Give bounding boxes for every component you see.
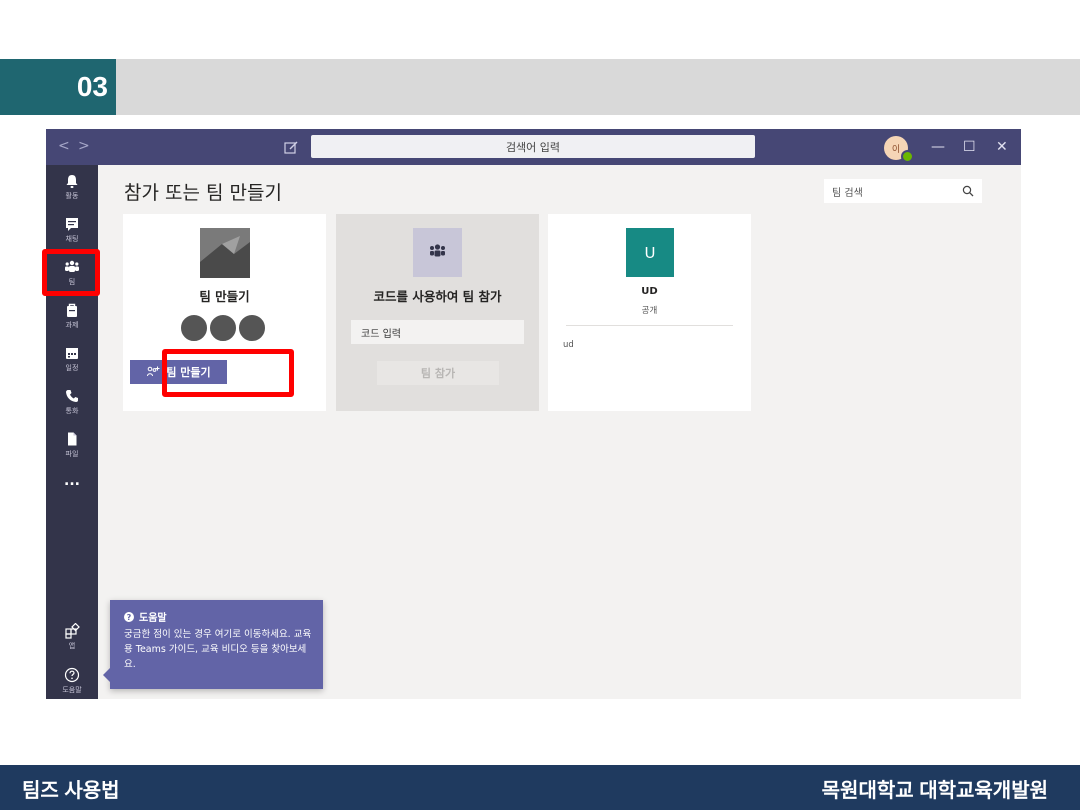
- presence-available-icon: [901, 150, 914, 163]
- footer-organization: 목원대학교 대학교육개발원: [821, 780, 1048, 802]
- file-icon: [68, 432, 77, 446]
- svg-text:?: ?: [127, 613, 132, 622]
- team-image-icon: [200, 228, 250, 278]
- rail-item-assignments[interactable]: 과제: [46, 302, 98, 342]
- back-button[interactable]: <: [58, 138, 70, 154]
- chat-icon: [66, 218, 78, 231]
- help-tooltip-heading: 도움말: [139, 613, 167, 624]
- teams-window: < > 검색어 입력 이 — ☐ ✕ 활동 채팅 팀 과제 일정 통화 파일 .…: [46, 129, 1021, 699]
- app-bar: 활동 채팅 팀 과제 일정 통화 파일 ... 앱 도움말: [46, 165, 98, 699]
- minimize-button[interactable]: —: [931, 138, 945, 156]
- rail-label: 활동: [65, 192, 79, 200]
- card-divider: [566, 325, 733, 326]
- rail-item-help[interactable]: 도움말: [46, 667, 98, 699]
- help-tooltip-title: ? 도움말: [124, 609, 167, 624]
- team-search-input[interactable]: 팀 검색: [824, 179, 982, 203]
- close-button[interactable]: ✕: [996, 138, 1008, 156]
- team-search-placeholder: 팀 검색: [832, 187, 863, 199]
- rail-item-files[interactable]: 파일: [46, 431, 98, 471]
- highlight-teams-rail: [42, 249, 100, 296]
- team-visibility: 공개: [641, 306, 658, 316]
- team-description: ud: [563, 340, 574, 350]
- more-apps-button[interactable]: ...: [46, 473, 98, 513]
- rail-label: 채팅: [65, 235, 79, 243]
- member-avatar: [237, 313, 267, 343]
- rail-item-activity[interactable]: 활동: [46, 173, 98, 213]
- assignments-icon: [67, 303, 77, 317]
- rail-label: 파일: [65, 450, 79, 458]
- member-avatar: [179, 313, 209, 343]
- maximize-button[interactable]: ☐: [963, 138, 976, 156]
- rail-label: 도움말: [62, 686, 82, 694]
- help-tooltip: ? 도움말 궁금한 점이 있는 경우 여기로 이동하세요. 교육용 Teams …: [103, 600, 323, 689]
- team-code-input[interactable]: 코드 입력: [351, 320, 524, 344]
- search-input[interactable]: 검색어 입력: [311, 135, 755, 158]
- rail-label: 앱: [68, 642, 76, 650]
- search-icon[interactable]: [962, 185, 974, 197]
- slide-header-bar: 03: [0, 59, 1080, 115]
- team-name: UD: [641, 286, 658, 297]
- slide-footer: 팀즈 사용법 목원대학교 대학교육개발원: [0, 765, 1080, 810]
- join-team-card: 코드를 사용하여 팀 참가 코드 입력 팀 참가: [336, 214, 539, 411]
- page-title: 참가 또는 팀 만들기: [124, 182, 282, 204]
- create-team-title: 팀 만들기: [199, 289, 250, 304]
- help-tooltip-body: 궁금한 점이 있는 경우 여기로 이동하세요. 교육용 Teams 가이드, 교…: [124, 629, 312, 670]
- rail-label: 일정: [65, 364, 79, 372]
- rail-item-apps[interactable]: 앱: [46, 623, 98, 663]
- rail-item-calendar[interactable]: 일정: [46, 345, 98, 385]
- compose-icon[interactable]: [282, 138, 300, 156]
- forward-button[interactable]: >: [78, 138, 90, 154]
- slide-number: 03: [0, 59, 116, 115]
- bell-icon: [66, 175, 78, 188]
- add-team-icon: [147, 366, 160, 377]
- question-icon: ?: [124, 611, 134, 622]
- help-icon: [64, 667, 80, 683]
- apps-icon: [65, 623, 80, 639]
- calendar-icon: [66, 348, 78, 359]
- title-bar: < > 검색어 입력 이 — ☐ ✕: [46, 129, 1021, 165]
- highlight-create-team-button: [162, 349, 294, 397]
- teams-icon: [413, 228, 462, 277]
- phone-icon: [66, 390, 78, 402]
- team-card-ud[interactable]: U UD 공개 ud: [548, 214, 751, 411]
- rail-label: 통화: [65, 407, 79, 415]
- rail-item-calls[interactable]: 통화: [46, 388, 98, 428]
- rail-label: 과제: [65, 321, 79, 329]
- join-team-button[interactable]: 팀 참가: [377, 361, 499, 385]
- team-avatar: U: [626, 228, 674, 277]
- member-avatar: [208, 313, 238, 343]
- join-team-title: 코드를 사용하여 팀 참가: [373, 289, 502, 304]
- footer-title: 팀즈 사용법: [22, 780, 120, 802]
